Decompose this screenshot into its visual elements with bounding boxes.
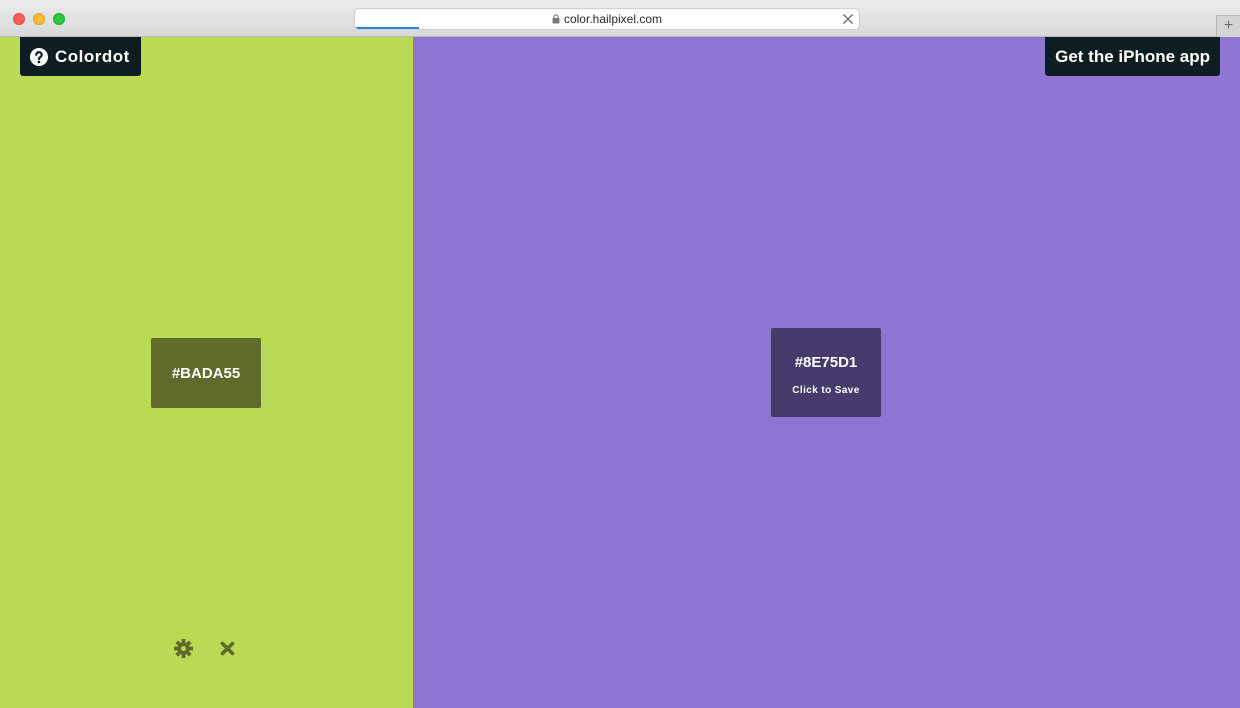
close-icon[interactable] [220, 641, 235, 656]
page-content: Colordot #BADA55 Get the iPhone app #8E7… [0, 37, 1240, 708]
stop-loading-icon[interactable] [842, 13, 854, 25]
browser-titlebar: color.hailpixel.com + [0, 0, 1240, 37]
address-bar[interactable]: color.hailpixel.com [354, 8, 860, 30]
brand-label: Colordot [55, 46, 130, 66]
question-circle-icon [30, 47, 48, 66]
new-tab-button[interactable]: + [1216, 15, 1240, 37]
lock-icon [552, 14, 560, 24]
swatch-hex-label: #BADA55 [171, 364, 241, 382]
color-panel-left[interactable]: Colordot #BADA55 [0, 37, 413, 708]
color-swatch-saved[interactable]: #BADA55 [151, 338, 261, 408]
color-swatch-current[interactable]: #8E75D1 Click to Save [771, 328, 881, 417]
get-iphone-app-button[interactable]: Get the iPhone app [1045, 37, 1220, 76]
page-load-progress [355, 27, 419, 29]
window-close-button[interactable] [13, 13, 25, 25]
gear-icon[interactable] [174, 639, 193, 658]
url-display: color.hailpixel.com [355, 12, 859, 26]
window-minimize-button[interactable] [33, 13, 45, 25]
swatch-hex-label: #8E75D1 [794, 354, 858, 371]
click-to-save-label: Click to Save [792, 385, 860, 396]
color-panel-right[interactable]: Get the iPhone app #8E75D1 Click to Save [413, 37, 1240, 708]
window-zoom-button[interactable] [53, 13, 65, 25]
colordot-help-button[interactable]: Colordot [20, 37, 141, 76]
url-text: color.hailpixel.com [563, 12, 663, 26]
